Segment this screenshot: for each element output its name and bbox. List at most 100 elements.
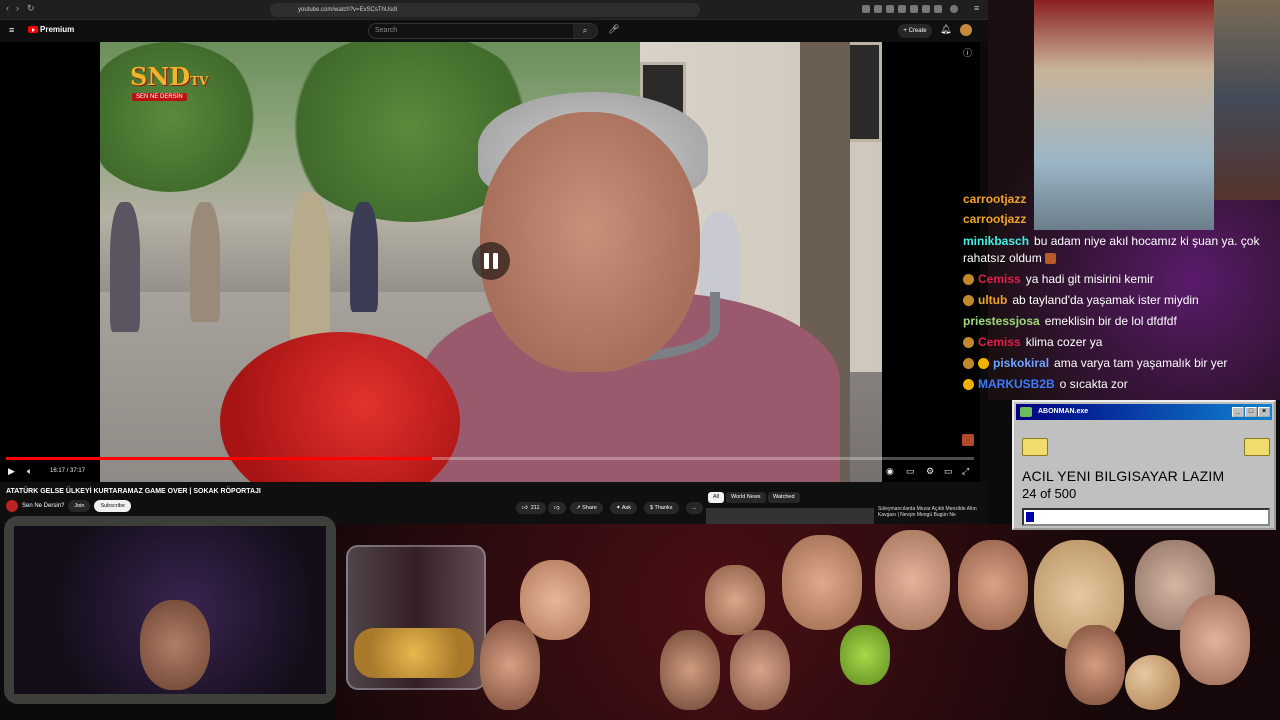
- popup-title: ABONMAN.exe: [1038, 408, 1089, 415]
- streamer-face: [140, 600, 210, 690]
- pedestrian: [700, 212, 740, 302]
- extension-icon[interactable]: [934, 5, 942, 13]
- channel-name[interactable]: Sen Ne Dersin?: [22, 503, 64, 509]
- progress-fill: [6, 457, 432, 460]
- create-button[interactable]: + Create: [898, 24, 932, 38]
- like-icon: 👍︎: [522, 505, 528, 511]
- meme-face: [782, 535, 862, 630]
- folder-icon: [1022, 438, 1048, 456]
- popup-progress-bar: [1022, 508, 1270, 526]
- ask-button[interactable]: ✦ Ask: [610, 502, 638, 514]
- extension-icon[interactable]: [910, 5, 918, 13]
- search-icon[interactable]: ⌕: [573, 24, 597, 38]
- subscribe-button[interactable]: Subscribe: [94, 500, 131, 512]
- emote-icon: [1045, 253, 1057, 265]
- thanks-button[interactable]: $ Thanks: [644, 502, 679, 514]
- chat-message: carrootjazz: [963, 212, 1027, 226]
- back-icon[interactable]: ‹: [6, 3, 9, 13]
- badge-icon: [963, 295, 974, 307]
- badge-icon: [978, 358, 989, 370]
- meme-face: [1180, 595, 1250, 685]
- popup-titlebar[interactable]: ABONMAN.exe _ □ ×: [1016, 404, 1272, 420]
- chip-world-news[interactable]: World News: [726, 492, 766, 503]
- volume-icon[interactable]: 🔈︎: [27, 466, 32, 477]
- extension-icon[interactable]: [874, 5, 882, 13]
- extension-icon[interactable]: [862, 5, 870, 13]
- extension-icon[interactable]: [922, 5, 930, 13]
- meme-face: [730, 630, 790, 710]
- mic-icon[interactable]: 🎤︎: [608, 24, 619, 35]
- popup-message: ACIL YENI BILGISAYAR LAZIM: [1022, 468, 1225, 484]
- recommended-thumbnail[interactable]: [706, 508, 874, 524]
- maximize-button[interactable]: □: [1245, 407, 1257, 417]
- profile-icon[interactable]: [950, 5, 958, 13]
- chat-message: ultub ab tayland'da yaşamak ister miydin: [963, 293, 1199, 308]
- menu-icon[interactable]: ≡: [974, 3, 979, 13]
- more-actions-button[interactable]: ...: [686, 502, 703, 514]
- channel-row: Sen Ne Dersin? Join Subscribe: [6, 500, 131, 512]
- stream-chat: carrootjazz carrootjazz minikbasch bu ada…: [958, 190, 1280, 400]
- youtube-header: ≡ Premium Search ⌕ 🎤︎ + Create 🔔︎: [0, 20, 988, 42]
- meme-face: [958, 540, 1028, 630]
- channel-watermark: SNDTV: [130, 62, 209, 91]
- fullscreen-icon[interactable]: ⤢: [962, 466, 969, 477]
- recommended-title[interactable]: Süleymancılarda Mezar Açıldı Menzilde Al…: [878, 506, 978, 518]
- extension-icon[interactable]: [898, 5, 906, 13]
- coins-image: [354, 628, 474, 678]
- info-icon[interactable]: ⓘ: [963, 46, 972, 59]
- share-button[interactable]: ↗ Share: [570, 502, 603, 514]
- settings-icon[interactable]: ⚙: [926, 466, 934, 477]
- subtitles-icon[interactable]: ▭: [906, 466, 915, 477]
- popup-count: 24 of 500: [1022, 486, 1077, 501]
- search-input[interactable]: Search ⌕: [368, 23, 598, 39]
- retro-popup-window: ABONMAN.exe _ □ × ACIL YENI BILGISAYAR L…: [1012, 400, 1276, 530]
- forward-icon[interactable]: ›: [16, 3, 19, 13]
- chat-message: piskokiral ama varya tam yaşamalık bir ye…: [963, 356, 1227, 371]
- meme-planet: [1125, 655, 1180, 710]
- bell-icon[interactable]: 🔔︎: [940, 24, 951, 35]
- address-bar[interactable]: youtube.com/watch?v=EvSCsThUsdI: [270, 3, 700, 17]
- join-button[interactable]: Join: [68, 500, 91, 512]
- badge-icon: [963, 379, 974, 391]
- pause-button[interactable]: [472, 242, 510, 280]
- chip-watched[interactable]: Watched: [768, 492, 800, 503]
- autoplay-icon[interactable]: ◉: [886, 466, 894, 477]
- reload-icon[interactable]: ↻: [27, 3, 35, 14]
- progress-bar[interactable]: [6, 457, 974, 460]
- search-placeholder: Search: [375, 27, 398, 34]
- close-button[interactable]: ×: [1258, 407, 1270, 417]
- hamburger-icon[interactable]: ≡: [9, 25, 14, 35]
- popup-progress-fill: [1026, 512, 1034, 522]
- share-label: Share: [582, 505, 597, 511]
- channel-avatar[interactable]: [6, 500, 18, 512]
- app-icon: [1020, 407, 1032, 417]
- pedestrian: [290, 192, 330, 352]
- chat-message: minikbasch bu adam niye akıl hocamız ki ş…: [963, 234, 1260, 248]
- player-controls: ▶ 🔈︎ 16:17 / 37:17 ◉ ▭ ⚙ ▭ ⤢: [0, 462, 980, 482]
- ask-label: Ask: [621, 505, 632, 511]
- browser-toolbar: ‹ › ↻ ▯ youtube.com/watch?v=EvSCsThUsdI …: [0, 0, 988, 20]
- like-button[interactable]: 👍︎ 211: [516, 502, 546, 514]
- chat-message: Cemiss ya hadi git misirini kemir: [963, 272, 1154, 287]
- channel-branding-icon[interactable]: [962, 434, 974, 446]
- meme-face: [520, 560, 590, 640]
- badge-icon: [963, 358, 974, 370]
- chat-message: rahatsız oldum: [963, 251, 1060, 266]
- play-icon[interactable]: ▶: [8, 466, 15, 477]
- chat-message: Cemiss klima cozer ya: [963, 335, 1102, 350]
- youtube-logo[interactable]: Premium: [28, 25, 74, 34]
- theater-icon[interactable]: ▭: [944, 466, 953, 477]
- avatar[interactable]: [960, 24, 972, 36]
- meme-collage-image: [1214, 0, 1280, 200]
- video-player[interactable]: SNDTV SEN NE DERSİN ⓘ ▶ 🔈︎ 16:17 / 37:17…: [0, 42, 980, 482]
- chip-all[interactable]: All: [708, 492, 725, 503]
- logo-text: Premium: [40, 25, 75, 34]
- meme-face: [660, 630, 720, 710]
- dislike-button[interactable]: 👎︎: [548, 502, 566, 514]
- chat-message: priestessjosa emeklisin bir de lol dfdfdf: [963, 314, 1177, 328]
- pedestrian: [190, 202, 220, 322]
- extension-icon[interactable]: [886, 5, 894, 13]
- youtube-play-icon: [28, 26, 38, 33]
- minimize-button[interactable]: _: [1232, 407, 1244, 417]
- like-count: 211: [530, 505, 540, 511]
